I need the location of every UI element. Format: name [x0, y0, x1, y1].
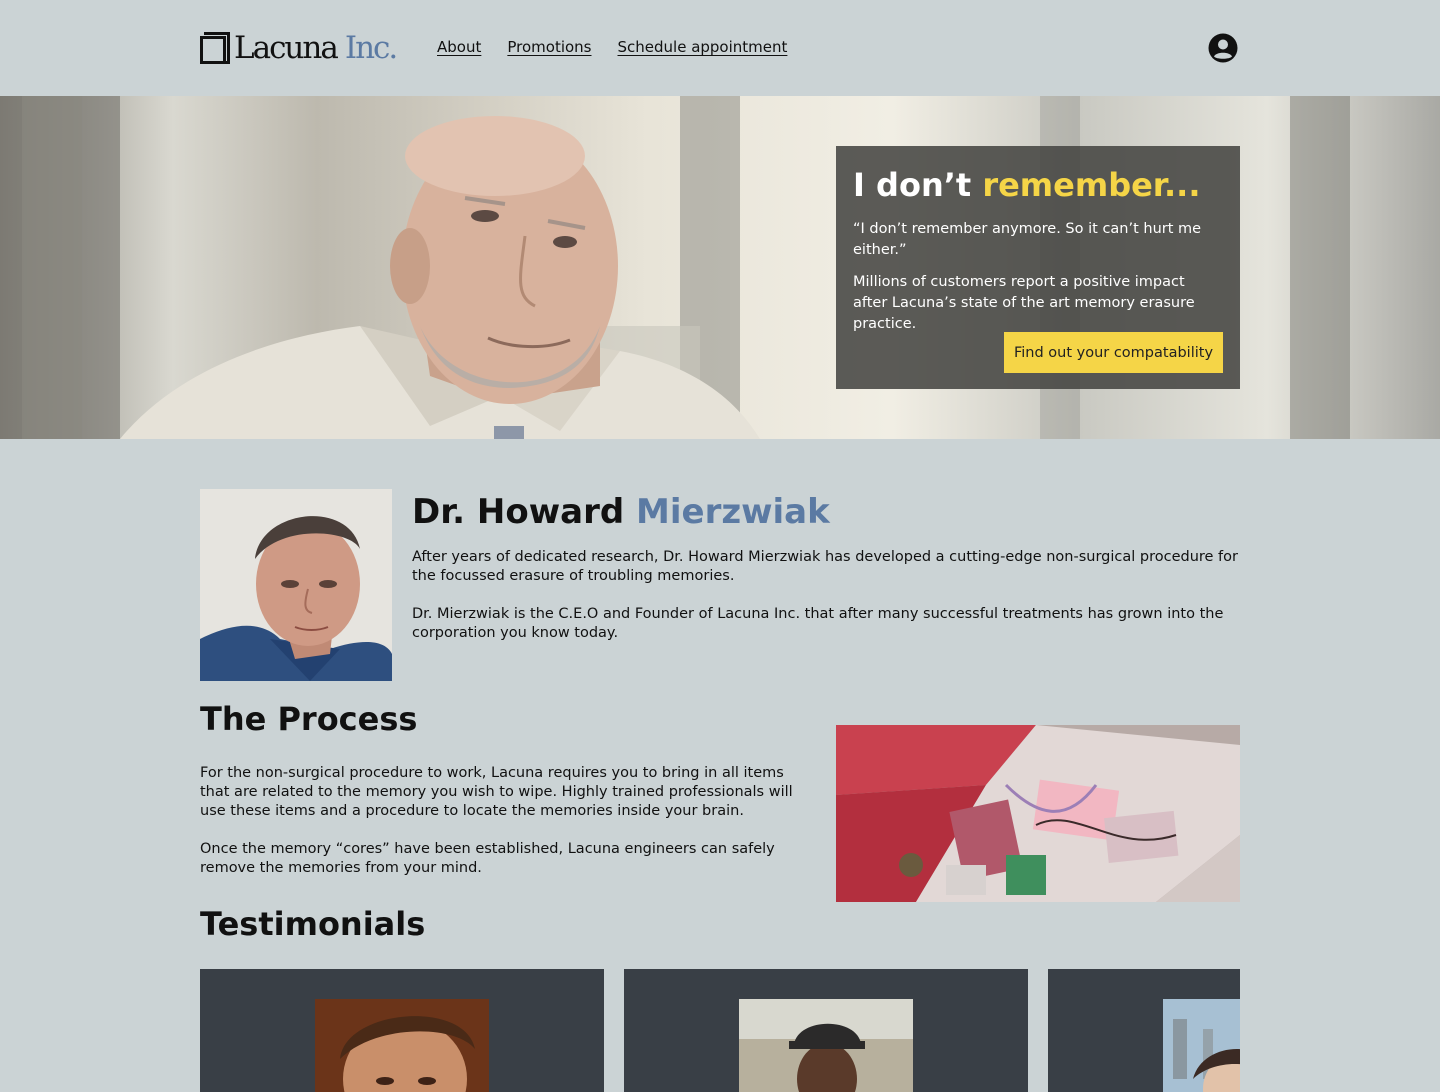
hero-title: I don’t remember...: [853, 166, 1223, 204]
memory-box-photo: [836, 725, 1240, 902]
compatibility-button[interactable]: Find out your compatability: [1004, 332, 1223, 373]
process-title: The Process: [200, 700, 418, 738]
nav-link-promotions[interactable]: Promotions: [507, 38, 591, 56]
process-paragraph: Once the memory “cores” have been establ…: [200, 841, 775, 876]
hero-card: I don’t remember... “I don’t remember an…: [836, 146, 1240, 389]
logo-mark-icon: [200, 32, 230, 64]
process-description: For the non-surgical procedure to work, …: [200, 764, 810, 897]
doctor-bio-paragraph: Dr. Mierzwiak is the C.E.O and Founder o…: [412, 606, 1224, 641]
main-nav: About Promotions Schedule appointment: [437, 38, 787, 56]
hero-body: Millions of customers report a positive …: [853, 274, 1195, 333]
doctor-bio-paragraph: After years of dedicated research, Dr. H…: [412, 549, 1238, 584]
user-circle-icon[interactable]: [1208, 33, 1238, 63]
process-paragraph: For the non-surgical procedure to work, …: [200, 765, 793, 819]
doctor-first-name: Dr. Howard: [412, 492, 637, 532]
testimonial-card: [1048, 969, 1240, 1092]
nav-link-schedule-appointment[interactable]: Schedule appointment: [618, 38, 788, 56]
doctor-name: Dr. Howard Mierzwiak: [412, 490, 830, 534]
brand-name: Lacuna: [234, 29, 339, 66]
testimonials-title: Testimonials: [200, 905, 426, 943]
testimonial-card: [200, 969, 604, 1092]
testimonial-photo: [315, 999, 489, 1092]
hero-title-plain: I don’t: [853, 166, 983, 204]
doctor-last-name: Mierzwiak: [636, 492, 830, 532]
site-header: Lacuna Inc. About Promotions Schedule ap…: [0, 0, 1440, 96]
doctor-bio: After years of dedicated research, Dr. H…: [412, 548, 1244, 662]
hero-title-accent: remember...: [982, 166, 1201, 204]
testimonial-photo: [1163, 999, 1240, 1092]
brand-logo[interactable]: Lacuna Inc.: [200, 28, 398, 68]
nav-link-about[interactable]: About: [437, 38, 481, 56]
testimonials-carousel: [200, 969, 1240, 1092]
hero-banner: I don’t remember... “I don’t remember an…: [0, 96, 1440, 439]
testimonial-card: [624, 969, 1028, 1092]
testimonial-photo: [739, 999, 913, 1092]
hero-quote: “I don’t remember anymore. So it can’t h…: [853, 221, 1202, 259]
brand-suffix: Inc.: [344, 29, 398, 66]
doctor-portrait: [200, 489, 392, 681]
